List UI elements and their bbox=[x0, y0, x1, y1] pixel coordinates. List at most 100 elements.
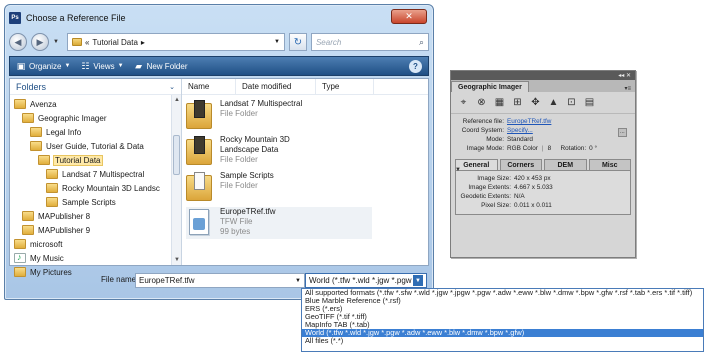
transform-icon[interactable]: ⊗ bbox=[475, 96, 488, 109]
folder-tree-label: Landsat 7 Multispectral bbox=[62, 169, 145, 179]
scrollbar-thumb[interactable] bbox=[173, 135, 180, 175]
back-button[interactable]: ◀ bbox=[9, 33, 27, 51]
folder-tree-item[interactable]: Geographic Imager bbox=[10, 111, 181, 125]
file-type-option[interactable]: MapInfo TAB (*.tab) bbox=[302, 321, 703, 329]
address-dropdown-icon[interactable]: ▼ bbox=[274, 39, 280, 45]
folder-tree-label: Legal Info bbox=[46, 127, 82, 137]
address-path[interactable]: Tutorial Data bbox=[92, 38, 138, 47]
tab-corners[interactable]: Corners bbox=[499, 159, 542, 170]
column-headers: Name Date modified Type bbox=[182, 79, 428, 95]
file-list-item[interactable]: EuropeTRef.tfw TFW File 99 bytes bbox=[186, 207, 372, 239]
general-info-value: 0.011 x 0.011 bbox=[514, 202, 552, 209]
column-name[interactable]: Name bbox=[182, 79, 236, 94]
file-type-option[interactable]: World (*.tfw *.wld *.jgw *.pgw *.adw *.e… bbox=[302, 329, 703, 337]
coord-system-button[interactable]: ⋯ bbox=[618, 128, 627, 137]
general-info-label: Image Extents: bbox=[468, 184, 511, 191]
scroll-up-icon[interactable]: ▲ bbox=[174, 97, 180, 103]
new-folder-label: New Folder bbox=[146, 61, 188, 71]
panel-tool-row: ⌖ ⊗ ▦ ⊞ ✥ ▲ ⊡ ▤ bbox=[451, 92, 635, 114]
rotation-label: Rotation: bbox=[560, 145, 587, 152]
mosaic-icon[interactable]: ⊞ bbox=[511, 96, 524, 109]
folder-tree-item[interactable]: Sample Scripts bbox=[10, 195, 181, 209]
folder-icon bbox=[186, 171, 212, 203]
collapse-triangle-icon[interactable]: ▼ bbox=[455, 167, 461, 173]
tab-general[interactable]: General bbox=[455, 159, 498, 170]
collapse-chevron-icon[interactable]: ⌄ bbox=[169, 83, 175, 91]
file-type-option[interactable]: GeoTIFF (*.tif *.tiff) bbox=[302, 313, 703, 321]
reproject-icon[interactable]: ✥ bbox=[529, 96, 542, 109]
folder-tree-item[interactable]: Legal Info bbox=[10, 125, 181, 139]
folder-tree-item[interactable]: microsoft bbox=[10, 237, 181, 251]
scroll-down-icon[interactable]: ▼ bbox=[174, 257, 180, 263]
tab-geographic-imager[interactable]: Geographic Imager bbox=[451, 81, 529, 92]
address-separator[interactable]: ▸ bbox=[141, 38, 145, 47]
file-details: Rocky Mountain 3D Landscape Data File Fold… bbox=[220, 135, 290, 167]
folder-tree-label: Tutorial Data bbox=[53, 154, 103, 166]
chevron-down-icon[interactable]: ▼ bbox=[413, 275, 423, 286]
column-type[interactable]: Type bbox=[316, 79, 374, 94]
file-name: Rocky Mountain 3D bbox=[220, 135, 290, 144]
folder-tree-item[interactable]: Landsat 7 Multispectral bbox=[10, 167, 181, 181]
file-name-field[interactable]: EuropeTRef.tfw ▼ bbox=[135, 273, 305, 288]
folder-tree: Avenza Geographic Imager Legal Info User Gu… bbox=[10, 95, 181, 281]
mode-value: Standard bbox=[507, 136, 533, 143]
georeference-icon[interactable]: ⌖ bbox=[457, 96, 470, 109]
folder-tree-scrollbar[interactable]: ▲ ▼ bbox=[171, 95, 181, 265]
panel-topbar[interactable]: ◂◂ ✕ bbox=[451, 71, 635, 80]
reference-file-link[interactable]: EuropeTRef.tfw bbox=[507, 118, 551, 125]
file-list-item[interactable]: Sample Scripts File Folder bbox=[186, 171, 428, 203]
refresh-button[interactable]: ↻ bbox=[288, 33, 307, 51]
file-type: File Folder bbox=[220, 109, 258, 118]
organize-button[interactable]: ▣ Organize ▼ bbox=[16, 61, 71, 71]
tile-icon[interactable]: ▦ bbox=[493, 96, 506, 109]
forward-arrow-icon: ▶ bbox=[36, 36, 44, 47]
file-type-option[interactable]: ERS (*.ers) bbox=[302, 305, 703, 313]
folder-tree-label: User Guide, Tutorial & Data bbox=[46, 141, 144, 151]
folder-tree-item[interactable]: My Music bbox=[10, 251, 181, 265]
folder-tree-item[interactable]: Tutorial Data bbox=[10, 153, 181, 167]
folder-tree-item[interactable]: Rocky Mountain 3D Landsc bbox=[10, 181, 181, 195]
panel-menu-icon[interactable]: ▾≡ bbox=[624, 85, 631, 92]
recent-locations-dropdown-icon[interactable]: ▼ bbox=[53, 39, 59, 45]
file-list-item[interactable]: Rocky Mountain 3D Landscape Data File Fold… bbox=[186, 135, 428, 167]
close-button[interactable]: ✕ bbox=[391, 9, 427, 24]
chevron-down-icon[interactable]: ▼ bbox=[295, 278, 301, 284]
file-type-option[interactable]: All files (*.*) bbox=[302, 337, 703, 345]
clip-icon[interactable]: ⊡ bbox=[565, 96, 578, 109]
tab-dem[interactable]: DEM bbox=[544, 159, 587, 170]
file-size: 99 bytes bbox=[220, 227, 251, 236]
terrain-icon[interactable]: ▲ bbox=[547, 96, 560, 109]
file-list-item[interactable]: Landsat 7 Multispectral File Folder bbox=[186, 99, 428, 131]
views-button[interactable]: ☷ Views ▼ bbox=[80, 61, 123, 71]
general-info-label: Pixel Size: bbox=[481, 202, 511, 209]
folder-tree-item[interactable]: Avenza bbox=[10, 97, 181, 111]
folder-tree-item[interactable]: MAPublisher 8 bbox=[10, 209, 181, 223]
general-info-row: Image Size: 420 x 453 px bbox=[456, 174, 630, 183]
address-prefix: « bbox=[84, 37, 90, 47]
coord-system-label: Coord System: bbox=[461, 127, 504, 134]
folders-header[interactable]: Folders ⌄ bbox=[10, 79, 181, 95]
table-icon[interactable]: ▤ bbox=[583, 96, 596, 109]
search-input[interactable]: Search ⌕ bbox=[310, 33, 429, 51]
general-info-label: Geodetic Extents: bbox=[460, 193, 511, 200]
folder-tree-item[interactable]: MAPublisher 9 bbox=[10, 223, 181, 237]
folder-tree-label: microsoft bbox=[30, 239, 63, 249]
views-icon: ☷ bbox=[81, 60, 90, 71]
file-type-option[interactable]: All supported formats (*.tfw *.sfw *.wld… bbox=[302, 289, 703, 297]
panel-tabbar: Geographic Imager ▾≡ bbox=[451, 80, 635, 92]
title-bar: Ps Choose a Reference File ✕ bbox=[9, 9, 429, 27]
new-folder-button[interactable]: ▰ New Folder bbox=[134, 61, 188, 71]
choose-reference-file-dialog: Ps Choose a Reference File ✕ ◀ ▶ ▼ « Tut… bbox=[4, 4, 434, 300]
file-type-option[interactable]: Blue Marble Reference (*.rsf) bbox=[302, 297, 703, 305]
file-type-filter-select[interactable]: World (*.tfw *.wld *.jgw *.pgw *.adw *.e… bbox=[305, 273, 427, 288]
forward-button[interactable]: ▶ bbox=[31, 33, 49, 51]
column-date-modified[interactable]: Date modified bbox=[236, 79, 316, 94]
file-details: Sample Scripts File Folder bbox=[220, 171, 274, 203]
folder-tree-label: Sample Scripts bbox=[62, 197, 116, 207]
back-arrow-icon: ◀ bbox=[14, 36, 22, 47]
address-bar[interactable]: « Tutorial Data ▸ ▼ bbox=[66, 33, 285, 51]
folder-tree-item[interactable]: User Guide, Tutorial & Data bbox=[10, 139, 181, 153]
help-icon[interactable]: ? bbox=[409, 59, 422, 73]
tab-misc[interactable]: Misc bbox=[588, 159, 631, 170]
coord-system-link[interactable]: Specify... bbox=[507, 127, 533, 134]
